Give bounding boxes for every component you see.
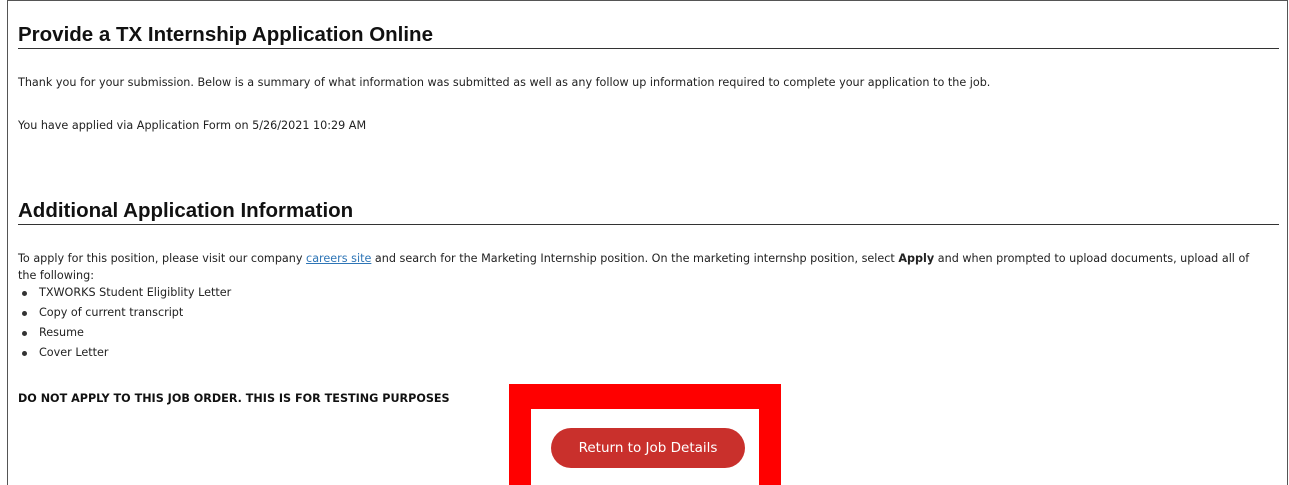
list-item: Copy of current transcript (18, 303, 231, 323)
careers-site-link[interactable]: careers site (306, 252, 371, 265)
instructions-text-1: To apply for this position, please visit… (18, 252, 307, 265)
list-item: TXWORKS Student Eligiblity Letter (18, 283, 231, 303)
highlight-inner-area: Return to Job Details (531, 409, 759, 485)
applied-via-text: You have applied via Application Form on… (18, 119, 367, 132)
additional-info-title: Additional Application Information (18, 199, 1279, 225)
instructions-text-2: and search for the Marketing Internship … (371, 252, 899, 265)
apply-keyword: Apply (898, 252, 935, 265)
apply-instructions: To apply for this position, please visit… (18, 250, 1268, 284)
thank-you-message: Thank you for your submission. Below is … (18, 76, 991, 89)
return-to-job-details-button[interactable]: Return to Job Details (551, 428, 745, 468)
testing-warning: DO NOT APPLY TO THIS JOB ORDER. THIS IS … (18, 392, 450, 405)
required-documents-list: TXWORKS Student Eligiblity Letter Copy o… (18, 283, 231, 363)
list-item: Resume (18, 323, 231, 343)
list-item: Cover Letter (18, 343, 231, 363)
highlight-annotation: Return to Job Details (509, 384, 781, 485)
confirmation-title: Provide a TX Internship Application Onli… (18, 23, 1279, 49)
